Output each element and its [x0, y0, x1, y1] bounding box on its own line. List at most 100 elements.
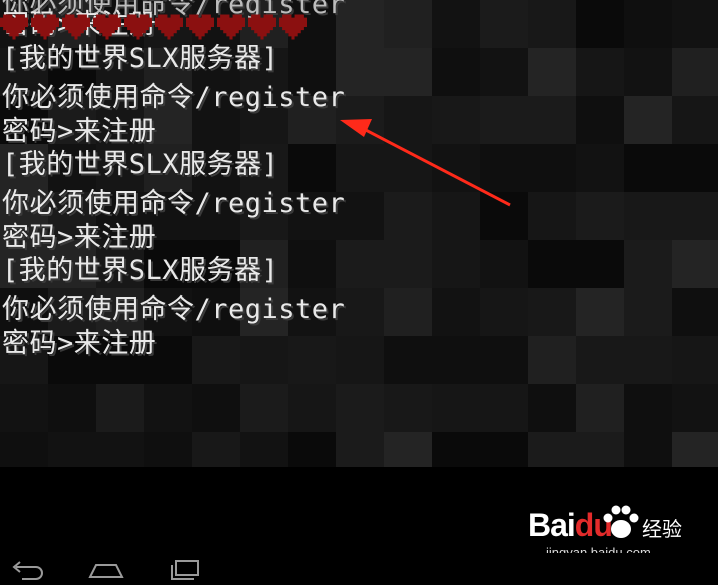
heart-icon	[124, 14, 152, 40]
background-tile	[480, 48, 528, 96]
background-tile	[672, 48, 718, 96]
back-icon[interactable]	[8, 557, 48, 581]
background-tile	[288, 432, 336, 467]
chat-line: 你必须使用命令/register	[2, 188, 346, 219]
heart-icon	[62, 14, 90, 40]
background-tile	[624, 288, 672, 336]
background-tile	[528, 144, 576, 192]
background-tile	[240, 336, 288, 384]
background-tile	[384, 48, 432, 96]
background-tile	[528, 192, 576, 240]
background-tile	[528, 336, 576, 384]
background-tile	[576, 384, 624, 432]
background-tile	[576, 48, 624, 96]
background-tile	[480, 144, 528, 192]
background-tile	[96, 384, 144, 432]
background-tile	[384, 96, 432, 144]
background-tile	[432, 192, 480, 240]
background-tile	[528, 48, 576, 96]
heart-icon	[31, 14, 59, 40]
background-tile	[480, 288, 528, 336]
background-tile	[624, 192, 672, 240]
heart-icon	[248, 14, 276, 40]
background-tile	[240, 432, 288, 467]
heart-icon	[155, 14, 183, 40]
background-tile	[480, 336, 528, 384]
recents-icon[interactable]	[164, 557, 204, 581]
background-tile	[480, 0, 528, 48]
background-tile	[672, 192, 718, 240]
background-tile	[672, 96, 718, 144]
background-tile	[384, 240, 432, 288]
background-tile	[336, 384, 384, 432]
chat-line: 密码>来注册	[2, 116, 157, 147]
background-tile	[336, 240, 384, 288]
background-tile	[0, 432, 48, 467]
background-tile	[384, 288, 432, 336]
background-tile	[432, 48, 480, 96]
home-icon[interactable]	[86, 557, 126, 581]
chat-line: [我的世界SLX服务器]	[2, 149, 279, 180]
background-tile	[528, 96, 576, 144]
background-tile	[384, 0, 432, 48]
background-tile	[576, 96, 624, 144]
android-nav-bar	[0, 553, 718, 585]
background-tile	[432, 240, 480, 288]
background-tile	[624, 0, 672, 48]
background-tile	[384, 192, 432, 240]
background-tile	[624, 432, 672, 467]
background-tile	[288, 336, 336, 384]
chat-line: 你必须使用命令/register	[2, 82, 346, 113]
background-tile	[528, 288, 576, 336]
background-tile	[576, 144, 624, 192]
background-tile	[432, 384, 480, 432]
background-tile	[528, 0, 576, 48]
background-tile	[384, 144, 432, 192]
health-bar	[0, 14, 307, 40]
background-tile	[240, 384, 288, 432]
background-tile	[672, 384, 718, 432]
background-tile	[192, 336, 240, 384]
background-tile	[672, 336, 718, 384]
background-tile	[624, 336, 672, 384]
background-tile	[336, 432, 384, 467]
background-tile	[480, 96, 528, 144]
background-tile	[480, 240, 528, 288]
background-tile	[528, 384, 576, 432]
background-tile	[432, 96, 480, 144]
background-tile	[528, 432, 576, 467]
background-tile	[576, 0, 624, 48]
chat-line: 你必须使用命令/register	[2, 294, 346, 325]
chat-line: [我的世界SLX服务器]	[2, 255, 279, 286]
background-tile	[624, 96, 672, 144]
background-tile	[576, 288, 624, 336]
background-tile	[480, 192, 528, 240]
background-tile	[96, 432, 144, 467]
game-view: 你必须使用命令/register 密码>来注册 [我的世界SLX服务器] 你必须…	[0, 0, 718, 467]
background-tile	[576, 432, 624, 467]
background-tile	[144, 432, 192, 467]
background-tile	[432, 288, 480, 336]
background-tile	[672, 432, 718, 467]
background-tile	[48, 432, 96, 467]
background-tile	[144, 384, 192, 432]
heart-icon	[217, 14, 245, 40]
background-tile	[672, 144, 718, 192]
background-tile	[624, 144, 672, 192]
background-tile	[48, 384, 96, 432]
background-tile	[0, 384, 48, 432]
background-tile	[384, 384, 432, 432]
background-tile	[384, 336, 432, 384]
chat-line: [我的世界SLX服务器]	[2, 43, 279, 74]
background-tile	[624, 48, 672, 96]
heart-icon	[186, 14, 214, 40]
background-tile	[192, 432, 240, 467]
background-tile	[432, 336, 480, 384]
background-tile	[672, 0, 718, 48]
chat-line: 密码>来注册	[2, 328, 157, 359]
background-tile	[480, 384, 528, 432]
background-tile	[288, 384, 336, 432]
heart-icon	[279, 14, 307, 40]
watermark-suffix: 经验	[642, 517, 682, 541]
background-tile	[576, 192, 624, 240]
